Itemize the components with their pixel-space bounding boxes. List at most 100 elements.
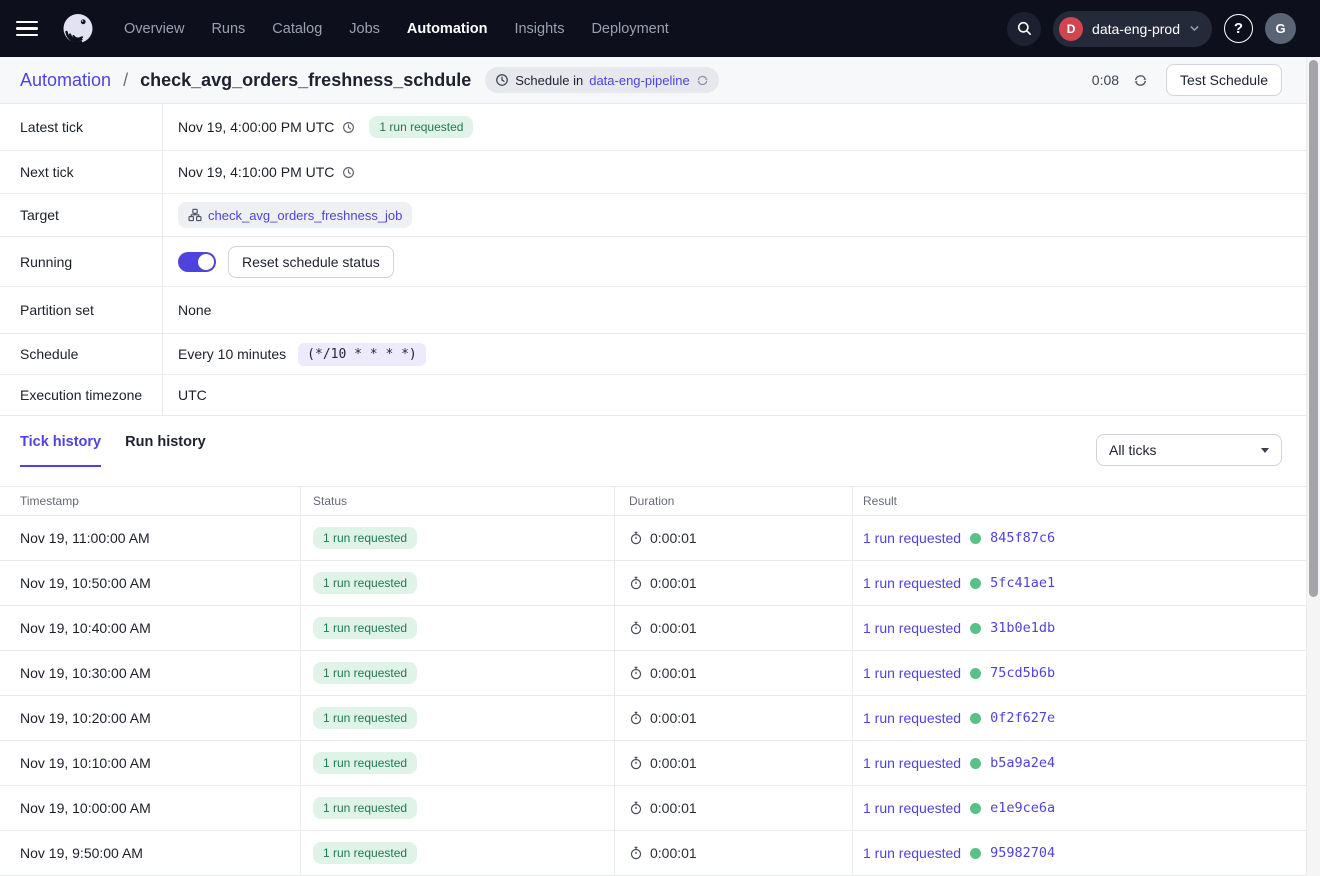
- next-tick-time: Nov 19, 4:10:00 PM UTC: [178, 164, 335, 180]
- run-id-link[interactable]: 845f87c6: [990, 530, 1055, 546]
- run-id-link[interactable]: e1e9ce6a: [990, 800, 1055, 816]
- page-title: check_avg_orders_freshness_schdule: [140, 69, 472, 90]
- run-id-link[interactable]: 31b0e1db: [990, 620, 1055, 636]
- column-header-timestamp: Timestamp: [20, 494, 79, 508]
- tick-duration: 0:00:01: [650, 530, 697, 546]
- tick-duration: 0:00:01: [650, 755, 697, 771]
- schedule-description: Every 10 minutes: [178, 346, 287, 362]
- dagster-logo-icon[interactable]: [60, 11, 96, 47]
- workspace-avatar: D: [1059, 16, 1084, 41]
- runs-requested-link[interactable]: 1 run requested: [863, 575, 961, 591]
- tick-duration: 0:00:01: [650, 845, 697, 861]
- search-icon: [1016, 20, 1033, 37]
- breadcrumb-separator: /: [123, 69, 129, 90]
- nav-right: D data-eng-prod ? G: [1007, 10, 1296, 47]
- page-header: Automation / check_avg_orders_freshness_…: [0, 57, 1320, 104]
- menu-icon[interactable]: [16, 20, 42, 37]
- run-status-dot: [970, 532, 982, 544]
- tick-duration: 0:00:01: [650, 575, 697, 591]
- table-row: Nov 19, 10:40:00 AM 1 run requested 0:00…: [0, 606, 1320, 651]
- workspace-name: data-eng-prod: [1092, 20, 1180, 37]
- nav-item-runs[interactable]: Runs: [211, 21, 245, 37]
- run-id-link[interactable]: 5fc41ae1: [990, 575, 1055, 591]
- clock-icon: [342, 166, 355, 179]
- nav-links: Overview Runs Catalog Jobs Automation In…: [124, 21, 993, 37]
- tick-timestamp: Nov 19, 10:10:00 AM: [20, 755, 151, 771]
- nav-item-overview[interactable]: Overview: [124, 21, 184, 37]
- tick-duration: 0:00:01: [650, 710, 697, 726]
- tick-duration: 0:00:01: [650, 665, 697, 681]
- workspace-switcher[interactable]: D data-eng-prod: [1053, 10, 1212, 47]
- run-id-link[interactable]: 0f2f627e: [990, 710, 1055, 726]
- run-status-dot: [970, 757, 982, 769]
- nav-item-insights[interactable]: Insights: [514, 21, 564, 37]
- tick-timestamp: Nov 19, 10:50:00 AM: [20, 575, 151, 591]
- run-id-link[interactable]: 95982704: [990, 845, 1055, 861]
- run-status-dot: [970, 577, 982, 589]
- detail-row-latest-tick: Latest tick Nov 19, 4:00:00 PM UTC 1 run…: [0, 104, 1320, 151]
- table-row: Nov 19, 10:00:00 AM 1 run requested 0:00…: [0, 786, 1320, 831]
- user-avatar[interactable]: G: [1265, 13, 1296, 44]
- table-row: Nov 19, 10:50:00 AM 1 run requested 0:00…: [0, 561, 1320, 606]
- tick-filter-select[interactable]: All ticks: [1096, 434, 1282, 466]
- refresh-icon[interactable]: [696, 74, 709, 87]
- tab-tick-history[interactable]: Tick history: [20, 434, 102, 467]
- table-row: Nov 19, 10:20:00 AM 1 run requested 0:00…: [0, 696, 1320, 741]
- runs-requested-link[interactable]: 1 run requested: [863, 665, 961, 681]
- search-button[interactable]: [1007, 11, 1042, 46]
- reset-schedule-status-button[interactable]: Reset schedule status: [228, 245, 394, 278]
- test-schedule-button[interactable]: Test Schedule: [1166, 64, 1282, 96]
- running-toggle[interactable]: [178, 251, 216, 272]
- table-row: Nov 19, 11:00:00 AM 1 run requested 0:00…: [0, 516, 1320, 561]
- refresh-icon[interactable]: [1133, 73, 1148, 88]
- nav-item-catalog[interactable]: Catalog: [272, 21, 322, 37]
- refresh-countdown: 0:08: [1091, 72, 1120, 88]
- caret-down-icon: [1261, 447, 1269, 453]
- target-job-link[interactable]: check_avg_orders_freshness_job: [208, 208, 402, 223]
- tick-timestamp: Nov 19, 11:00:00 AM: [20, 530, 150, 546]
- detail-label: Execution timezone: [0, 375, 163, 415]
- tick-timestamp: Nov 19, 10:30:00 AM: [20, 665, 151, 681]
- tick-timestamp: Nov 19, 9:50:00 AM: [20, 845, 143, 861]
- detail-row-target: Target check_avg_orders_freshness_job: [0, 194, 1320, 237]
- schedule-details: Latest tick Nov 19, 4:00:00 PM UTC 1 run…: [0, 104, 1320, 416]
- top-nav: Overview Runs Catalog Jobs Automation In…: [0, 0, 1320, 57]
- runs-requested-link[interactable]: 1 run requested: [863, 620, 961, 636]
- nav-item-automation[interactable]: Automation: [407, 21, 488, 37]
- tick-status-badge: 1 run requested: [313, 707, 418, 729]
- tick-status-badge: 1 run requested: [313, 842, 418, 864]
- run-id-link[interactable]: b5a9a2e4: [990, 755, 1055, 771]
- column-header-duration: Duration: [614, 487, 852, 515]
- runs-requested-link[interactable]: 1 run requested: [863, 755, 961, 771]
- run-status-dot: [970, 847, 982, 859]
- detail-label: Running: [0, 237, 163, 286]
- detail-label: Partition set: [0, 287, 163, 333]
- breadcrumb-automation-link[interactable]: Automation: [20, 70, 111, 91]
- schedule-location-badge: Schedule in data-eng-pipeline: [485, 67, 719, 93]
- runs-requested-link[interactable]: 1 run requested: [863, 710, 961, 726]
- tick-timestamp: Nov 19, 10:20:00 AM: [20, 710, 151, 726]
- detail-label: Schedule: [0, 334, 163, 374]
- tick-status-badge: 1 run requested: [313, 752, 418, 774]
- run-status-dot: [970, 667, 982, 679]
- detail-row-schedule: Schedule Every 10 minutes (*/10 * * * *): [0, 334, 1320, 375]
- tick-status-badge: 1 run requested: [313, 572, 418, 594]
- tab-run-history[interactable]: Run history: [125, 434, 206, 467]
- runs-requested-link[interactable]: 1 run requested: [863, 800, 961, 816]
- tick-duration: 0:00:01: [650, 620, 697, 636]
- latest-tick-status-badge: 1 run requested: [369, 116, 474, 138]
- help-icon[interactable]: ?: [1224, 14, 1253, 43]
- run-status-dot: [970, 802, 982, 814]
- stopwatch-icon: [629, 801, 643, 815]
- run-status-dot: [970, 622, 982, 634]
- latest-tick-time: Nov 19, 4:00:00 PM UTC: [178, 119, 335, 135]
- scrollbar-thumb[interactable]: [1309, 60, 1318, 597]
- pipeline-link[interactable]: data-eng-pipeline: [589, 73, 689, 88]
- runs-requested-link[interactable]: 1 run requested: [863, 845, 961, 861]
- runs-requested-link[interactable]: 1 run requested: [863, 530, 961, 546]
- nav-item-deployment[interactable]: Deployment: [591, 21, 668, 37]
- tick-table-header: Timestamp Status Duration Result: [0, 486, 1320, 516]
- detail-row-next-tick: Next tick Nov 19, 4:10:00 PM UTC: [0, 151, 1320, 194]
- run-id-link[interactable]: 75cd5b6b: [990, 665, 1055, 681]
- nav-item-jobs[interactable]: Jobs: [349, 21, 380, 37]
